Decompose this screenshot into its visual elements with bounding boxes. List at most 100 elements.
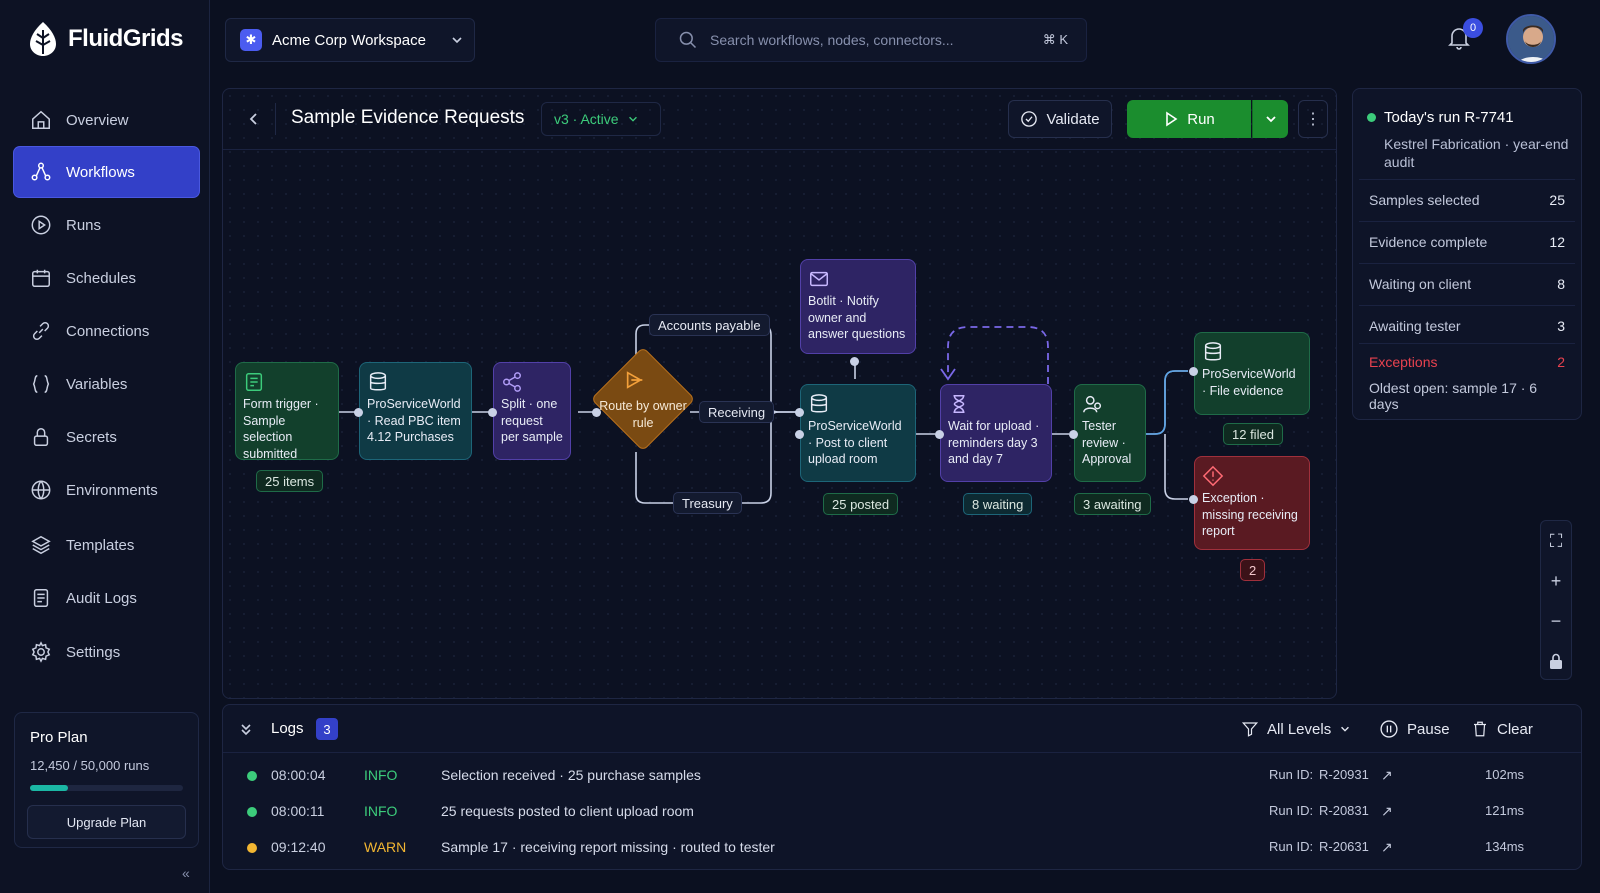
exceptions-value: 2 <box>1557 354 1565 370</box>
database-icon <box>810 394 828 413</box>
app-logo[interactable]: FluidGrids <box>26 20 184 58</box>
document-icon <box>33 589 49 607</box>
node-split[interactable]: Split · one request per sample <box>493 362 571 460</box>
external-link-icon[interactable]: ↗ <box>1381 803 1393 820</box>
plan-title: Pro Plan <box>30 729 88 746</box>
sidebar-item-settings[interactable]: Settings <box>14 627 199 677</box>
level-filter-dropdown[interactable]: All Levels <box>1231 714 1361 744</box>
workflow-canvas[interactable]: Sample Evidence Requests v3 · Active Val… <box>222 88 1337 699</box>
node-label: Form trigger · Sample selection submitte… <box>243 397 319 461</box>
edge-label-receiving[interactable]: Receiving <box>699 401 775 423</box>
external-link-icon[interactable]: ↗ <box>1381 839 1393 856</box>
stat-value: 12 <box>1549 233 1565 250</box>
edge-label-accounts-payable[interactable]: Accounts payable <box>649 314 770 336</box>
log-level: INFO <box>364 803 398 819</box>
log-row[interactable]: 08:00:11 INFO 25 requests posted to clie… <box>223 794 1581 830</box>
zoom-out-icon[interactable]: − <box>1541 601 1571 641</box>
edge <box>1164 434 1188 500</box>
home-icon <box>32 110 50 129</box>
node-port[interactable] <box>488 408 497 417</box>
node-port[interactable] <box>1189 367 1198 376</box>
oldest-open: Oldest open: sample 17 · 6 days <box>1369 380 1538 412</box>
log-time: 08:00:04 <box>271 767 326 783</box>
node-port[interactable] <box>795 430 804 439</box>
node-port[interactable] <box>592 408 601 417</box>
node-botlit[interactable]: Botlit · Notify owner and answer questio… <box>800 259 916 354</box>
stat-row: Awaiting tester 3 <box>1359 305 1575 345</box>
notification-badge: 0 <box>1463 18 1483 38</box>
stat-value: 25 <box>1549 191 1565 208</box>
node-label: Wait for upload · reminders day 3 and da… <box>948 419 1040 466</box>
sidebar-item-overview[interactable]: Overview <box>14 95 199 145</box>
log-run-id[interactable]: R-20631 <box>1319 839 1369 854</box>
sidebar-item-label: Secrets <box>66 428 117 446</box>
node-label: ProServiceWorld · File evidence <box>1202 367 1296 398</box>
pause-button[interactable]: Pause <box>1369 714 1460 744</box>
exceptions-row[interactable]: Exceptions 2 Oldest open: sample 17 · 6 d… <box>1359 343 1575 412</box>
fullscreen-icon[interactable]: ⛶ <box>1541 521 1571 561</box>
node-port[interactable] <box>1189 495 1198 504</box>
node-port[interactable] <box>1069 430 1078 439</box>
link-icon <box>32 322 50 340</box>
run-title: Today's run R-7741 <box>1367 109 1514 126</box>
node-wait-upload[interactable]: Wait for upload · reminders day 3 and da… <box>940 384 1052 482</box>
node-exception[interactable]: Exception · missing receiving report <box>1194 456 1310 550</box>
logs-panel: Logs 3 All Levels Pause Clear 08:00:04 I… <box>222 704 1582 870</box>
node-file-evidence[interactable]: ProServiceWorld · File evidence <box>1194 332 1310 415</box>
run-subtitle: Kestrel Fabrication · year-end audit <box>1384 136 1569 170</box>
external-link-icon[interactable]: ↗ <box>1381 767 1393 784</box>
sidebar-item-templates[interactable]: Templates <box>14 520 199 570</box>
chevron-down-icon <box>1341 726 1350 732</box>
collapse-sidebar-icon[interactable]: « <box>182 865 190 881</box>
clear-label: Clear <box>1497 720 1533 738</box>
log-row[interactable]: 08:00:04 INFO Selection received · 25 pu… <box>223 758 1581 794</box>
sidebar-item-runs[interactable]: Runs <box>14 200 199 250</box>
avatar[interactable] <box>1506 14 1556 64</box>
node-port[interactable] <box>850 357 859 366</box>
sidebar: FluidGrids Overview Workflows Runs Sched… <box>0 0 210 893</box>
workspace-icon: ✱ <box>240 29 262 51</box>
level-filter-label: All Levels <box>1267 720 1332 738</box>
sidebar-item-schedules[interactable]: Schedules <box>14 253 199 303</box>
node-count-chip: 8 waiting <box>963 493 1033 515</box>
search-bar[interactable]: ⌘ K <box>655 18 1087 62</box>
node-tester-review[interactable]: Tester review · Approval <box>1074 384 1146 482</box>
workspace-selector[interactable]: ✱ Acme Corp Workspace <box>225 18 475 62</box>
sidebar-item-workflows[interactable]: Workflows <box>14 147 199 197</box>
stat-row: Evidence complete 12 <box>1359 221 1575 261</box>
lock-icon[interactable] <box>1541 641 1571 681</box>
node-read-pbc[interactable]: ProServiceWorld · Read PBC item 4.12 Pur… <box>359 362 472 460</box>
log-level: INFO <box>364 767 398 783</box>
node-form-trigger[interactable]: Form trigger · Sample selection submitte… <box>235 362 339 461</box>
log-run-id[interactable]: R-20931 <box>1319 767 1369 782</box>
zoom-in-icon[interactable]: + <box>1541 561 1571 601</box>
log-duration: 102ms <box>1485 767 1525 782</box>
edge-label-treasury[interactable]: Treasury <box>673 492 742 514</box>
chevron-down-icon <box>452 37 462 44</box>
node-port[interactable] <box>795 408 804 417</box>
node-port[interactable] <box>935 430 944 439</box>
sidebar-item-variables[interactable]: Variables <box>14 359 199 409</box>
hourglass-icon <box>953 395 965 413</box>
log-row[interactable]: 09:12:40 WARN Sample 17 · receiving repo… <box>223 830 1581 866</box>
stat-value: 8 <box>1557 275 1565 292</box>
log-duration: 134ms <box>1485 839 1525 854</box>
sidebar-item-environments[interactable]: Environments <box>14 465 199 515</box>
node-post-upload[interactable]: ProServiceWorld · Post to client upload … <box>800 384 916 482</box>
sidebar-item-secrets[interactable]: Secrets <box>14 412 199 462</box>
log-run-id[interactable]: R-20831 <box>1319 803 1369 818</box>
upgrade-plan-button[interactable]: Upgrade Plan <box>27 805 186 839</box>
canvas-tools: ⛶ + − <box>1540 520 1572 680</box>
clear-button[interactable]: Clear <box>1461 714 1543 744</box>
node-port[interactable] <box>354 408 363 417</box>
search-input[interactable] <box>710 32 1010 48</box>
sidebar-item-audit-logs[interactable]: Audit Logs <box>14 573 199 623</box>
collapse-logs-icon[interactable] <box>239 722 253 736</box>
stat-label: Samples selected <box>1369 191 1480 208</box>
app-name: FluidGrids <box>68 25 184 52</box>
log-status-dot <box>247 807 257 817</box>
log-status-dot <box>247 843 257 853</box>
calendar-icon <box>32 269 50 287</box>
stat-row: Samples selected 25 <box>1359 179 1575 219</box>
sidebar-item-connections[interactable]: Connections <box>14 306 199 356</box>
